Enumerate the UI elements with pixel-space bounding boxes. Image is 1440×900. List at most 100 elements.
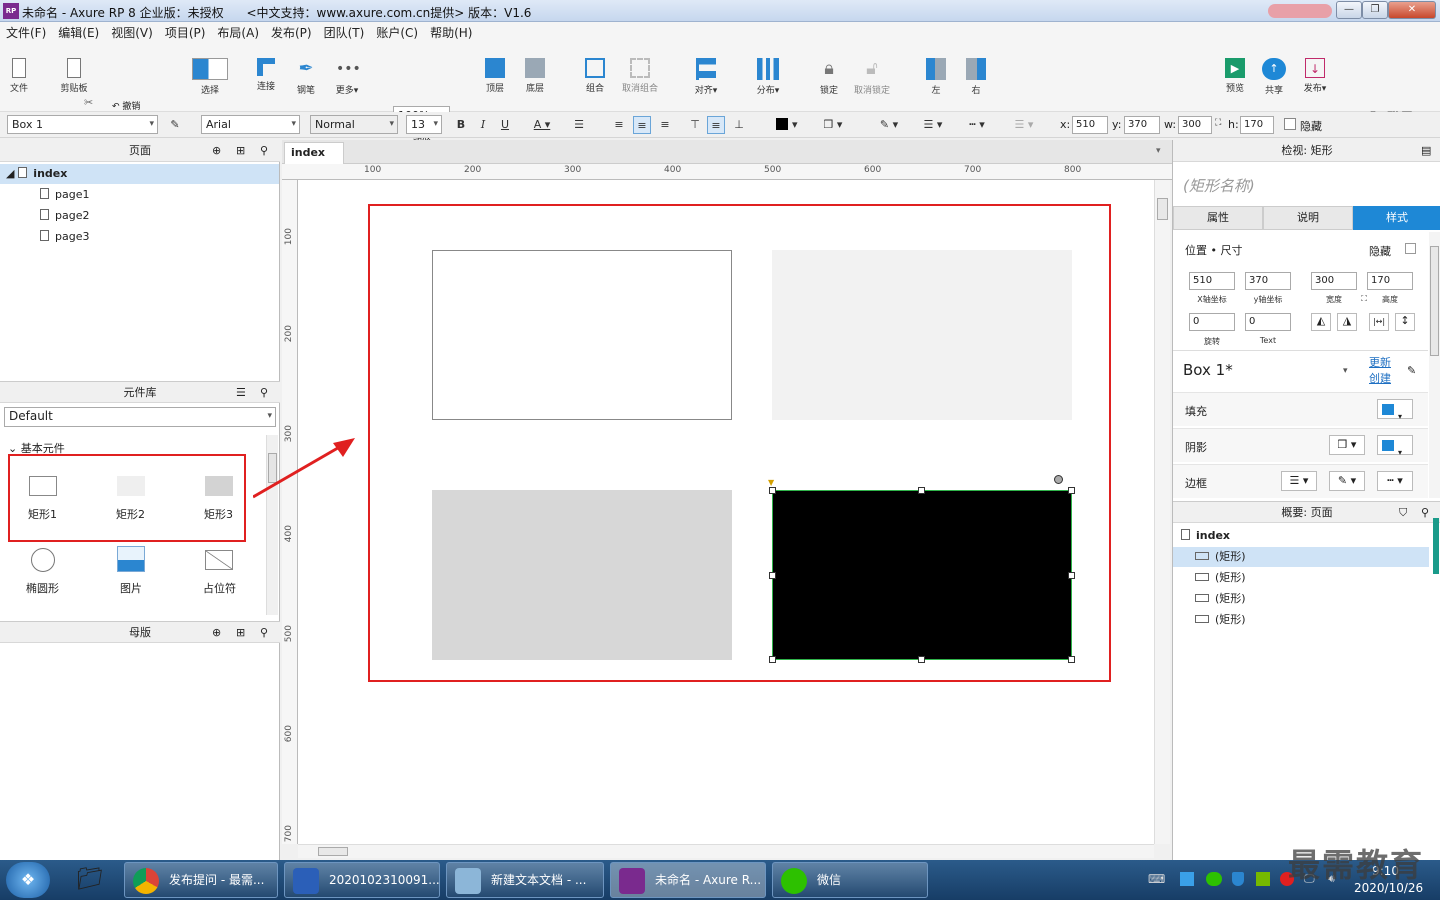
placeholder-widget-icon[interactable] <box>205 550 233 570</box>
add-master-folder-icon[interactable]: ⊞ <box>236 622 245 644</box>
search-masters-icon[interactable]: ⚲ <box>260 622 268 644</box>
line-color-picker[interactable]: ✎ ▾ <box>872 116 906 134</box>
flip-horizontal-icon[interactable]: ◭ <box>1311 313 1331 331</box>
tab-properties[interactable]: 属性 <box>1173 206 1263 230</box>
filter-icon[interactable]: ⛉ <box>1399 502 1407 524</box>
tray-app-icon[interactable] <box>1180 872 1194 886</box>
connect-tool[interactable]: 连接 <box>252 58 280 92</box>
notes-icon[interactable]: ▤ <box>1421 140 1431 162</box>
task-wechat[interactable]: 微信 <box>772 862 928 898</box>
shadow-picker[interactable]: ❒ ▾ <box>816 116 850 134</box>
pen-tool[interactable]: ✒ 钢笔 <box>292 58 320 96</box>
tray-wechat-icon[interactable] <box>1206 872 1222 886</box>
update-style-link[interactable]: 更新 <box>1369 354 1391 370</box>
w-field[interactable]: 300 <box>1178 116 1212 134</box>
menu-account[interactable]: 账户(C) <box>370 22 424 44</box>
add-master-icon[interactable]: ⊕ <box>212 622 221 644</box>
task-chrome[interactable]: 发布提问 - 最需... <box>124 862 278 898</box>
canvas-horizontal-scrollbar[interactable] <box>298 844 1154 858</box>
fill-color-picker[interactable]: ▾ <box>770 116 804 134</box>
style-edit-icon[interactable]: ✎ <box>1407 364 1416 377</box>
library-select[interactable]: Default <box>4 407 276 427</box>
menu-publish[interactable]: 发布(P) <box>265 22 318 44</box>
y-field[interactable]: 370 <box>1124 116 1160 134</box>
inspector-y-field[interactable]: 370 <box>1245 272 1291 290</box>
style-dropdown-icon[interactable]: ▾ <box>1343 366 1348 376</box>
task-word[interactable]: 2020102310091... <box>284 862 440 898</box>
menu-layout[interactable]: 布局(A) <box>211 22 265 44</box>
widget-name-field[interactable]: (矩形名称) <box>1183 175 1255 196</box>
font-color-button[interactable]: A ▾ <box>526 116 558 134</box>
cut-icon[interactable]: ✂ <box>84 96 93 109</box>
outline-scroll-indicator[interactable] <box>1433 518 1439 574</box>
bring-top-button[interactable]: 顶层 <box>482 58 508 94</box>
underline-button[interactable]: U <box>496 116 514 134</box>
image-widget-icon[interactable] <box>117 546 145 572</box>
canvas-vertical-scrollbar[interactable] <box>1154 180 1170 844</box>
tab-dropdown-icon[interactable]: ▾ <box>1156 146 1161 156</box>
align-text-right-icon[interactable]: ≡ <box>656 116 674 134</box>
bold-button[interactable]: B <box>452 116 470 134</box>
menu-view[interactable]: 视图(V) <box>105 22 159 44</box>
task-axure[interactable]: 未命名 - Axure R... <box>610 862 766 898</box>
publish-button[interactable]: ↓ 发布▾ <box>1298 58 1332 94</box>
widget-name-select[interactable]: Box 1 <box>7 115 158 134</box>
outline-root[interactable]: index <box>1181 526 1230 546</box>
minimize-button[interactable]: — <box>1336 1 1362 19</box>
library-menu-icon[interactable]: ☰ <box>236 382 246 404</box>
maximize-button[interactable]: ❐ <box>1362 1 1388 19</box>
send-bottom-button[interactable]: 底层 <box>522 58 548 94</box>
align-button[interactable]: 对齐▾ <box>690 58 722 96</box>
border-style-button[interactable]: ┅ ▾ <box>1377 471 1413 491</box>
align-text-left-icon[interactable]: ≡ <box>610 116 628 134</box>
menu-file[interactable]: 文件(F) <box>0 22 52 44</box>
create-style-link[interactable]: 创建 <box>1369 370 1391 386</box>
x-field[interactable]: 510 <box>1072 116 1108 134</box>
add-folder-icon[interactable]: ⊞ <box>236 140 245 162</box>
search-outline-icon[interactable]: ⚲ <box>1421 502 1429 524</box>
outline-item[interactable]: (矩形) <box>1195 610 1246 630</box>
outline-item[interactable]: (矩形) <box>1173 547 1429 567</box>
text-rotation-field[interactable]: 0 <box>1245 313 1291 331</box>
select-tool[interactable]: 选择 <box>182 58 238 96</box>
distribute-button[interactable]: 分布▾ <box>752 58 784 96</box>
lock-button[interactable]: 🔒︎ 锁定 <box>816 58 842 96</box>
unlock-button[interactable]: 🔓︎ 取消锁定 <box>852 58 892 96</box>
line-width-picker[interactable]: ☰ ▾ <box>916 116 950 134</box>
nvidia-icon[interactable] <box>1256 872 1270 886</box>
fit-height-icon[interactable]: ↕ <box>1395 313 1415 331</box>
inspector-hidden-checkbox[interactable] <box>1405 243 1416 254</box>
add-page-icon[interactable]: ⊕ <box>212 140 221 162</box>
menu-edit[interactable]: 编辑(E) <box>52 22 105 44</box>
menu-team[interactable]: 团队(T) <box>318 22 371 44</box>
design-canvas[interactable]: ▼ <box>253 180 1154 844</box>
border-width-button[interactable]: ☰ ▾ <box>1281 471 1317 491</box>
aspect-lock-icon[interactable]: ⛶ <box>1215 118 1221 128</box>
inspector-w-field[interactable]: 300 <box>1311 272 1357 290</box>
align-right-button[interactable]: 右 <box>964 58 988 96</box>
border-color-button[interactable]: ✎ ▾ <box>1329 471 1365 491</box>
search-library-icon[interactable]: ⚲ <box>260 382 268 404</box>
close-window-button[interactable]: ✕ <box>1388 1 1436 19</box>
arrow-style-picker[interactable]: ☰ ▾ <box>1006 116 1042 134</box>
inner-shadow-button[interactable]: ▾ <box>1377 435 1413 457</box>
fit-width-icon[interactable]: |↔| <box>1369 313 1389 331</box>
valign-middle-icon[interactable]: ≡ <box>707 116 725 134</box>
flip-vertical-icon[interactable]: ◮ <box>1337 313 1357 331</box>
page-item-page3[interactable]: page3 <box>40 227 89 247</box>
h-field[interactable]: 170 <box>1240 116 1274 134</box>
outer-shadow-button[interactable]: ❒ ▾ <box>1329 435 1365 455</box>
inspector-scrollbar[interactable] <box>1429 232 1440 498</box>
more-tools-button[interactable]: ••• 更多▾ <box>332 58 362 96</box>
group-button[interactable]: 组合 <box>582 58 608 94</box>
ungroup-button[interactable]: 取消组合 <box>618 58 662 94</box>
bullet-list-icon[interactable]: ☰ <box>570 116 588 134</box>
keyboard-icon[interactable]: ⌨ <box>1148 872 1165 886</box>
ellipse-widget-icon[interactable] <box>31 548 55 572</box>
explorer-icon[interactable]: 📁︎ <box>68 864 112 896</box>
align-text-center-icon[interactable]: ≡ <box>633 116 651 134</box>
tab-style[interactable]: 样式 <box>1353 206 1440 230</box>
outline-item[interactable]: (矩形) <box>1195 589 1246 609</box>
valign-bottom-icon[interactable]: ⊥ <box>730 116 748 134</box>
inspector-x-field[interactable]: 510 <box>1189 272 1235 290</box>
